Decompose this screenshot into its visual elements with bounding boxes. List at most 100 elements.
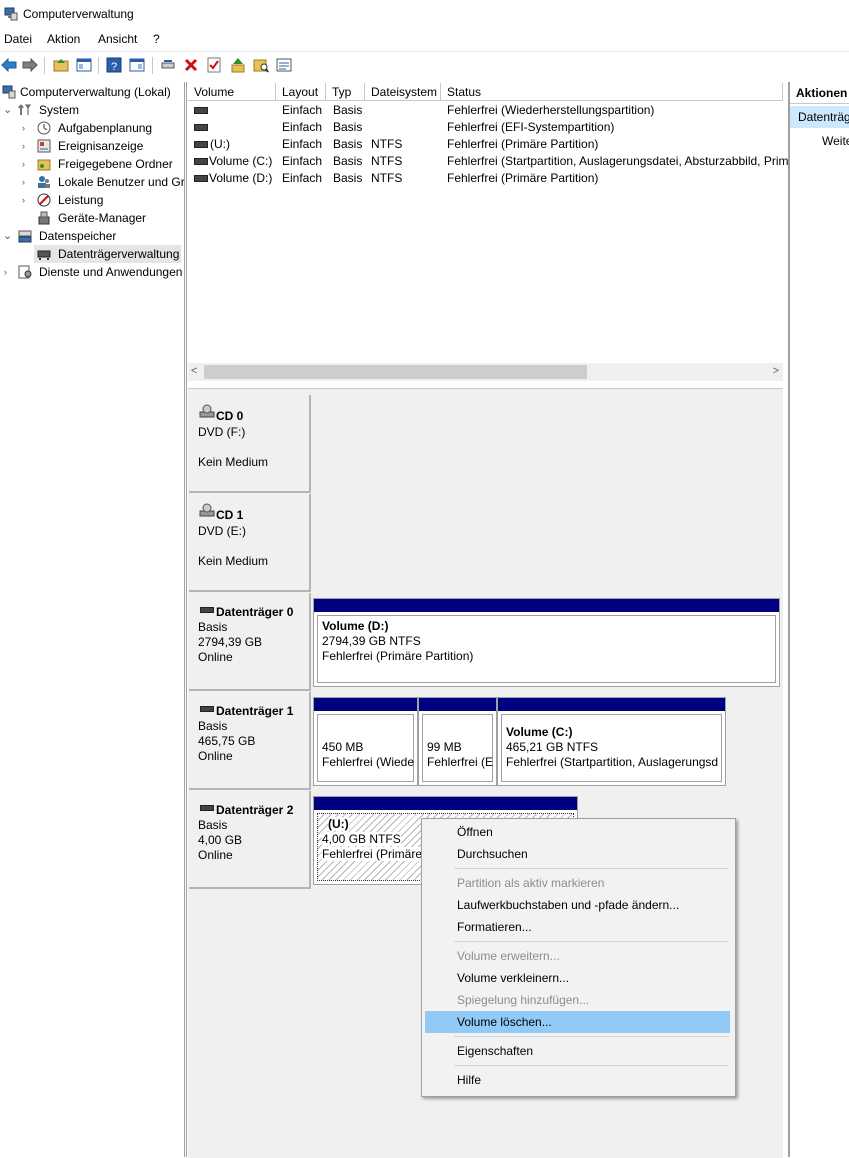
tree-item-lokale-benutzer[interactable]: › Lokale Benutzer und Gru [0,173,184,191]
back-icon[interactable] [0,56,18,74]
list-view-icon[interactable] [275,56,293,74]
properties-check-icon[interactable] [205,56,223,74]
horizontal-scrollbar[interactable]: < > [188,363,783,381]
menu-item-volume-erweitern[interactable]: Volume erweitern... [425,945,730,967]
show-hide-console-tree-icon[interactable] [75,56,93,74]
chevron-right-icon[interactable]: › [4,263,16,281]
svg-text:?: ? [111,61,117,73]
cell-layout: Einfach [282,154,323,168]
menu-item-volume-verkleinern[interactable]: Volume verkleinern... [425,967,730,989]
chevron-down-icon[interactable]: ⌄ [3,101,15,119]
cell-typ: Basis [333,120,363,134]
column-header-status[interactable]: Status [441,83,783,101]
partition-efi[interactable]: 99 MB Fehlerfrei (E [418,697,497,786]
chevron-right-icon[interactable]: › [22,137,34,155]
disk-label-cd0[interactable]: CD 0 DVD (F:) Kein Medium [189,395,311,493]
table-row[interactable]: Einfach Basis Fehlerfrei (EFI-Systempart… [188,119,783,136]
partition-bar [419,698,496,711]
tree-item-ereignisanzeige[interactable]: › Ereignisanzeige [0,137,184,155]
tree-item-root[interactable]: Computerverwaltung (Lokal) [0,83,184,101]
menu-item-spiegelung[interactable]: Spiegelung hinzufügen... [425,989,730,1011]
tree-item-geraete-manager[interactable]: Geräte-Manager [0,209,184,227]
title-bar: Computerverwaltung [0,0,849,30]
partition-status: Fehlerfrei (Primäre Partition) [322,649,474,663]
menu-datei[interactable]: Datei [4,32,32,46]
chevron-right-icon[interactable]: › [22,191,34,209]
cell-status: Fehlerfrei (Primäre Partition) [447,137,599,151]
partition-recovery[interactable]: 450 MB Fehlerfrei (Wiede [313,697,418,786]
menu-item-laufwerkbuchstaben[interactable]: Laufwerkbuchstaben und -pfade ändern... [425,894,730,916]
search-folder-icon[interactable] [252,56,270,74]
more-actions-link[interactable]: Weite [822,134,849,148]
help-icon[interactable]: ? [105,56,123,74]
partition-c[interactable]: Volume (C:) 465,21 GB NTFS Fehlerfrei (S… [497,697,726,786]
computer-management-icon [2,85,16,99]
partition-status: Fehlerfrei (Primäre [322,847,422,861]
chevron-right-icon[interactable]: › [22,155,34,173]
context-menu: Öffnen Durchsuchen Partition als aktiv m… [421,818,736,1097]
menu-item-volume-loeschen[interactable]: Volume löschen... [425,1011,730,1033]
partition-d[interactable]: Volume (D:) 2794,39 GB NTFS Fehlerfrei (… [313,598,780,687]
tree-item-freigegebene-ordner[interactable]: › Freigegebene Ordner [0,155,184,173]
disk-size: 465,75 GB [198,734,256,748]
chevron-right-icon[interactable]: › [22,119,34,137]
disk-name: Datenträger 0 [216,605,294,619]
menu-separator [454,868,729,869]
cell-status: Fehlerfrei (Startpartition, Auslagerungs… [447,154,789,168]
menu-item-partition-aktiv[interactable]: Partition als aktiv markieren [425,872,730,894]
tree-label: Geräte-Manager [58,211,147,225]
menu-separator [454,941,729,942]
connect-drive-icon[interactable] [159,56,177,74]
cell-status: Fehlerfrei (Primäre Partition) [447,171,599,185]
tree-label: Dienste und Anwendungen [39,265,183,279]
menu-item-eigenschaften[interactable]: Eigenschaften [425,1040,730,1062]
chevron-right-icon[interactable]: › [22,173,34,191]
scrollbar-thumb[interactable] [204,365,587,379]
tree-item-datentraegerverwaltung[interactable]: Datenträgerverwaltung [34,245,181,263]
cell-typ: Basis [333,171,363,185]
upload-icon[interactable] [229,56,247,74]
window-title: Computerverwaltung [23,7,134,21]
menu-help[interactable]: ? [153,32,160,46]
tree-item-leistung[interactable]: › Leistung [0,191,184,209]
tree-label: System [39,103,80,117]
up-folder-icon[interactable] [52,56,70,74]
tree-item-aufgabenplanung[interactable]: › Aufgabenplanung [0,119,184,137]
menu-item-oeffnen[interactable]: Öffnen [425,821,730,843]
disk-label-disk2[interactable]: Datenträger 2 Basis 4,00 GB Online [189,791,311,889]
scroll-left-icon[interactable]: < [191,365,197,377]
table-row[interactable]: Volume (D:) Einfach Basis NTFS Fehlerfre… [188,170,783,187]
cell-status: Fehlerfrei (EFI-Systempartition) [447,120,615,134]
disk-name: Datenträger 2 [216,803,294,817]
partition-size: 4,00 GB NTFS [322,832,401,846]
column-header-layout[interactable]: Layout [276,83,326,101]
table-row[interactable]: (U:) Einfach Basis NTFS Fehlerfrei (Prim… [188,136,783,153]
tree-item-datenspeicher[interactable]: ⌄ Datenspeicher [0,227,184,245]
tree-item-system[interactable]: ⌄ System [0,101,184,119]
tree-label: Ereignisanzeige [58,139,144,153]
table-row[interactable]: Einfach Basis Fehlerfrei (Wiederherstell… [188,102,783,119]
menu-aktion[interactable]: Aktion [47,32,80,46]
scroll-right-icon[interactable]: > [773,365,779,377]
disk-management-icon [37,247,51,261]
show-hide-action-pane-icon[interactable] [128,56,146,74]
disk-label-disk1[interactable]: Datenträger 1 Basis 465,75 GB Online [189,692,311,790]
tree-label: Freigegebene Ordner [58,157,173,171]
disk-label-cd1[interactable]: CD 1 DVD (E:) Kein Medium [189,494,311,592]
column-header-typ[interactable]: Typ [326,83,365,101]
column-header-volume[interactable]: Volume [188,83,276,101]
services-icon [18,265,32,279]
menu-item-durchsuchen[interactable]: Durchsuchen [425,843,730,865]
cell-dateisystem: NTFS [371,137,403,151]
menu-ansicht[interactable]: Ansicht [98,32,137,46]
delete-icon[interactable] [182,56,200,74]
chevron-down-icon[interactable]: ⌄ [3,227,15,245]
column-header-dateisystem[interactable]: Dateisystem [365,83,441,101]
menu-item-hilfe[interactable]: Hilfe [425,1069,730,1091]
forward-icon[interactable] [21,56,39,74]
menu-item-formatieren[interactable]: Formatieren... [425,916,730,938]
table-row[interactable]: Volume (C:) Einfach Basis NTFS Fehlerfre… [188,153,789,170]
actions-section-datentraegerverwaltung[interactable]: Datenträg [790,106,849,128]
disk-label-disk0[interactable]: Datenträger 0 Basis 2794,39 GB Online [189,593,311,691]
tree-item-dienste[interactable]: › Dienste und Anwendungen [0,263,184,281]
